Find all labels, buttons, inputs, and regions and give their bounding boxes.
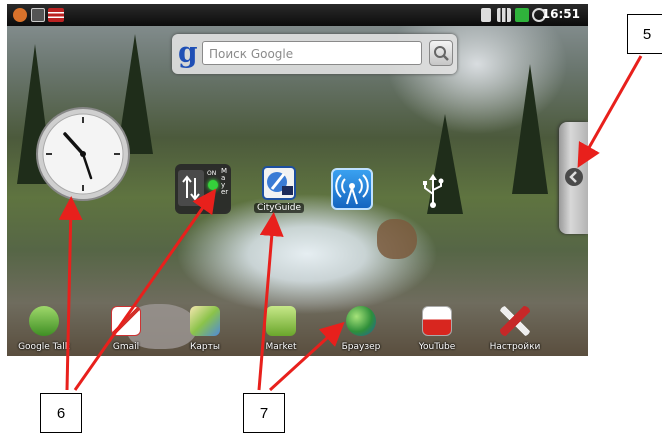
arrow-5 bbox=[577, 55, 643, 168]
arrow-6b bbox=[73, 188, 217, 391]
callout-arrows bbox=[58, 55, 643, 392]
arrow-7b bbox=[268, 321, 345, 392]
arrow-7a bbox=[257, 212, 284, 391]
arrow-6a bbox=[58, 196, 83, 391]
